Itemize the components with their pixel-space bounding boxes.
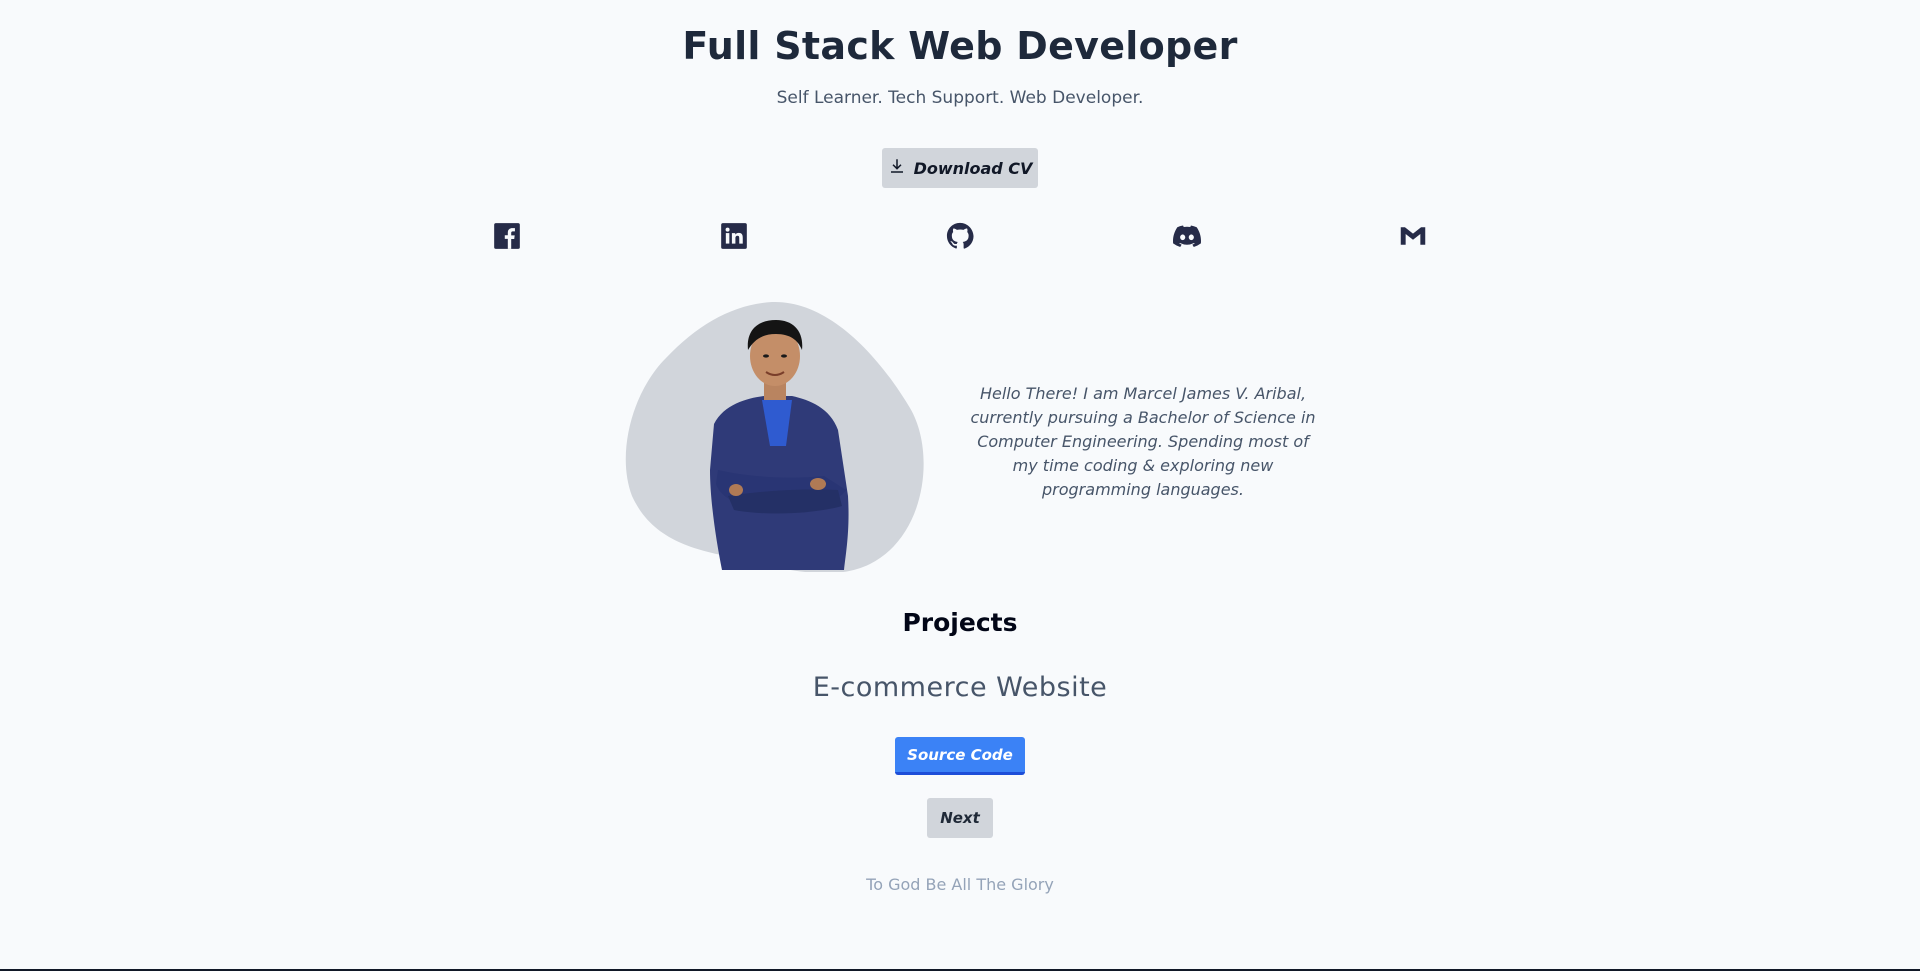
download-icon [888,157,906,179]
download-cv-button[interactable]: Download CV [882,148,1038,188]
linkedin-icon[interactable] [720,222,748,250]
tagline: Self Learner. Tech Support. Web Develope… [776,88,1144,108]
gmail-icon[interactable] [1399,222,1427,250]
projects-heading: Projects [902,608,1018,637]
next-project-button[interactable]: Next [927,798,993,838]
discord-icon[interactable] [1173,222,1201,250]
portfolio-page: Full Stack Web Developer Self Learner. T… [0,0,1920,971]
project-title: E-commerce Website [812,672,1108,703]
download-cv-label: Download CV [913,158,1033,178]
source-code-button[interactable]: Source Code [895,737,1025,775]
facebook-icon[interactable] [493,222,521,250]
github-icon[interactable] [946,222,974,250]
profile-photo [624,300,928,572]
footer-text: To God Be All The Glory [866,875,1054,894]
page-title: Full Stack Web Developer [682,24,1238,68]
about-bio: Hello There! I am Marcel James V. Aribal… [970,384,1316,499]
